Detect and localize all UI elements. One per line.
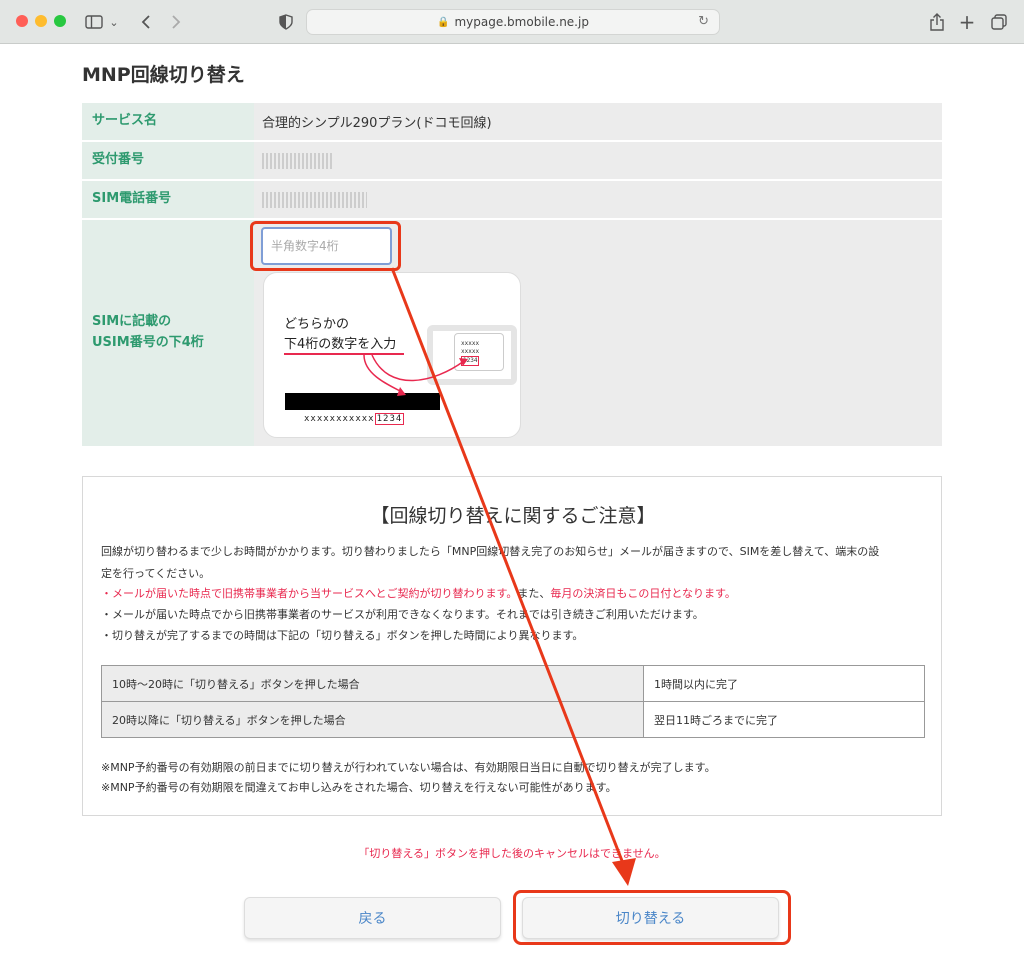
usim-label-line1: SIMに記載の xyxy=(92,314,172,330)
sim-phone-label: SIM電話番号 xyxy=(82,181,254,218)
lock-icon: 🔒 xyxy=(437,16,450,28)
input-highlight-box xyxy=(250,221,401,271)
sim-illustration: どちらかの 下4桁の数字を入力 xxxxx xxxxx 1234 xxxxxxx… xyxy=(263,272,521,438)
notice-bullet3: ・切り替えが完了するまでの時間は下記の「切り替える」ボタンを押した時間により異な… xyxy=(101,629,584,642)
notice-bullet1-red: ・メールが届いた時点で旧携帯事業者から当サービスへとご契約が切り替わります。 xyxy=(101,587,518,600)
notice-bullet1-mid: また、 xyxy=(517,587,551,600)
browser-toolbar: ⌄ 🔒 mypage.bmobile.ne.jp ↻ + xyxy=(0,0,1024,44)
sim-phone-row: SIM電話番号 xyxy=(82,181,942,218)
table-row: 10時〜20時に「切り替える」ボタンを押した場合 1時間以内に完了 xyxy=(101,665,925,702)
sidebar-icon[interactable] xyxy=(84,10,104,34)
minimize-window-button[interactable] xyxy=(35,15,47,27)
tab-overview-icon[interactable] xyxy=(990,10,1008,34)
table-cell-condition: 10時〜20時に「切り替える」ボタンを押した場合 xyxy=(101,665,644,702)
new-tab-icon[interactable]: + xyxy=(958,10,976,34)
notice-bullet2: ・メールが届いた時点でから旧携帯事業者のサービスが利用できなくなります。それまで… xyxy=(101,608,704,621)
shield-icon[interactable] xyxy=(278,10,294,34)
receipt-label: 受付番号 xyxy=(82,142,254,179)
notice-title: 【回線切り替えに関するご注意】 xyxy=(370,505,656,527)
sim-phone-value-redacted xyxy=(262,181,367,218)
close-window-button[interactable] xyxy=(16,15,28,27)
button-highlight-box xyxy=(513,890,791,945)
back-arrow-icon[interactable] xyxy=(138,10,154,34)
forward-arrow-icon[interactable] xyxy=(168,10,184,34)
notice-footnote1: ※MNP予約番号の有効期限の前日までに切り替えが行われていない場合は、有効期限日… xyxy=(101,761,716,774)
service-label: サービス名 xyxy=(82,103,254,140)
url-text: mypage.bmobile.ne.jp xyxy=(454,15,589,29)
receipt-row: 受付番号 xyxy=(82,142,942,179)
table-cell-condition: 20時以降に「切り替える」ボタンを押した場合 xyxy=(101,701,644,738)
reload-icon[interactable]: ↻ xyxy=(698,14,709,29)
notice-footnote2: ※MNP予約番号の有効期限を間違えてお申し込みをされた場合、切り替えを行えない可… xyxy=(101,781,617,794)
share-icon[interactable] xyxy=(928,10,946,34)
switch-time-table: 10時〜20時に「切り替える」ボタンを押した場合 1時間以内に完了 20時以降に… xyxy=(101,665,925,738)
table-cell-result: 1時間以内に完了 xyxy=(643,665,925,702)
chevron-down-icon[interactable]: ⌄ xyxy=(108,10,120,34)
notice-para1-cont: 定を行ってください。 xyxy=(101,567,211,580)
usim-label: SIMに記載の USIM番号の下4桁 xyxy=(82,220,254,446)
notice-bullet1-red2: 毎月の決済日もこの日付となります。 xyxy=(550,587,736,600)
notice-bullet1: ・メールが届いた時点で旧携帯事業者から当サービスへとご契約が切り替わります。また… xyxy=(101,583,931,605)
back-button[interactable]: 戻る xyxy=(244,897,501,939)
address-bar[interactable]: 🔒 mypage.bmobile.ne.jp ↻ xyxy=(306,9,720,35)
table-row: 20時以降に「切り替える」ボタンを押した場合 翌日11時ごろまでに完了 xyxy=(101,701,925,738)
notice-para1: 回線が切り替わるまで少しお時間がかかります。切り替わりましたら「MNP回線切替え… xyxy=(101,545,880,558)
zoom-window-button[interactable] xyxy=(54,15,66,27)
usim-label-line2: USIM番号の下4桁 xyxy=(92,335,204,350)
service-value: 合理的シンプル290プラン(ドコモ回線) xyxy=(262,116,492,131)
page-title: MNP回線切り替え xyxy=(82,64,245,86)
notice-box: 【回線切り替えに関するご注意】 回線が切り替わるまで少しお時間がかかります。切り… xyxy=(82,476,942,816)
table-cell-result: 翌日11時ごろまでに完了 xyxy=(643,701,925,738)
service-row: サービス名 合理的シンプル290プラン(ドコモ回線) xyxy=(82,103,942,140)
cancel-warning: 「切り替える」ボタンを押した後のキャンセルはできません。 xyxy=(358,847,666,860)
sim-arrows xyxy=(363,354,468,396)
receipt-value-redacted xyxy=(262,142,332,179)
